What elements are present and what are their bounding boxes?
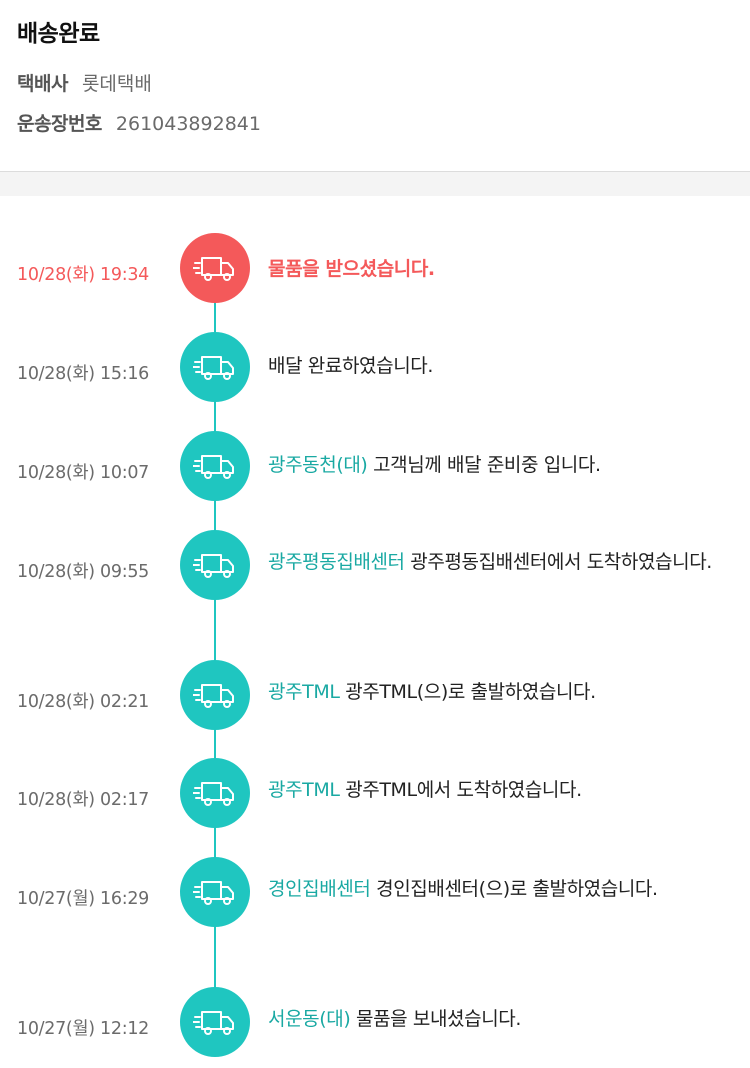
event-description: 광주동천(대) 고객님께 배달 준비중 입니다. bbox=[268, 451, 746, 479]
event-description: 광주TML 광주TML(으)로 출발하였습니다. bbox=[268, 678, 746, 706]
event-time: 10/28(화) 02:21 bbox=[17, 692, 149, 712]
tracking-timeline: 10/28(화) 19:34 물품을 받으셨습니다. 10/28(화) 15:1… bbox=[0, 196, 750, 1068]
tracking-number-value: 261043892841 bbox=[115, 113, 261, 135]
event-message: 고객님께 배달 준비중 입니다. bbox=[373, 454, 601, 476]
section-divider bbox=[0, 172, 750, 196]
event-location: 경인집배센터 bbox=[268, 878, 371, 900]
event-message: 배달 완료하였습니다. bbox=[268, 355, 433, 377]
event-time: 10/28(화) 10:07 bbox=[17, 463, 149, 483]
event-time: 10/28(화) 15:16 bbox=[17, 364, 149, 384]
delivery-truck-icon bbox=[180, 332, 250, 402]
event-time: 10/28(화) 02:17 bbox=[17, 790, 149, 810]
event-location: 광주동천(대) bbox=[268, 454, 368, 476]
event-description: 서운동(대) 물품을 보내셨습니다. bbox=[268, 1005, 746, 1033]
event-message: 물품을 받으셨습니다. bbox=[268, 258, 435, 280]
event-message: 광주평동집배센터에서 도착하였습니다. bbox=[410, 551, 712, 573]
event-message: 경인집배센터(으)로 출발하였습니다. bbox=[376, 878, 658, 900]
event-message: 광주TML에서 도착하였습니다. bbox=[345, 779, 582, 801]
event-location: 서운동(대) bbox=[268, 1008, 351, 1030]
delivery-truck-icon bbox=[180, 431, 250, 501]
event-description: 물품을 받으셨습니다. bbox=[268, 255, 746, 283]
delivery-truck-icon bbox=[180, 530, 250, 600]
event-description: 광주TML 광주TML에서 도착하였습니다. bbox=[268, 776, 746, 804]
event-description: 배달 완료하였습니다. bbox=[268, 352, 746, 380]
event-time: 10/27(월) 16:29 bbox=[17, 889, 149, 909]
delivery-truck-icon bbox=[180, 233, 250, 303]
event-time: 10/27(월) 12:12 bbox=[17, 1019, 149, 1039]
event-message: 물품을 보내셨습니다. bbox=[356, 1008, 521, 1030]
delivery-status-title: 배송완료 bbox=[17, 21, 100, 47]
delivery-summary-header: 배송완료 택배사 롯데택배 운송장번호 261043892841 bbox=[0, 0, 750, 172]
event-location: 광주TML bbox=[268, 681, 340, 703]
event-time: 10/28(화) 19:34 bbox=[17, 265, 149, 285]
courier-value: 롯데택배 bbox=[81, 73, 152, 95]
event-location: 광주평동집배센터 bbox=[268, 551, 405, 573]
event-description: 광주평동집배센터 광주평동집배센터에서 도착하였습니다. bbox=[268, 548, 746, 576]
tracking-number-label: 운송장번호 bbox=[17, 113, 102, 135]
event-message: 광주TML(으)로 출발하였습니다. bbox=[345, 681, 596, 703]
event-location: 광주TML bbox=[268, 779, 340, 801]
delivery-truck-icon bbox=[180, 857, 250, 927]
event-description: 경인집배센터 경인집배센터(으)로 출발하였습니다. bbox=[268, 875, 746, 903]
delivery-truck-icon bbox=[180, 987, 250, 1057]
courier-label: 택배사 bbox=[17, 73, 68, 95]
delivery-truck-icon bbox=[180, 758, 250, 828]
courier-row: 택배사 롯데택배 bbox=[17, 69, 152, 96]
delivery-truck-icon bbox=[180, 660, 250, 730]
event-time: 10/28(화) 09:55 bbox=[17, 562, 149, 582]
tracking-number-row: 운송장번호 261043892841 bbox=[17, 109, 261, 136]
